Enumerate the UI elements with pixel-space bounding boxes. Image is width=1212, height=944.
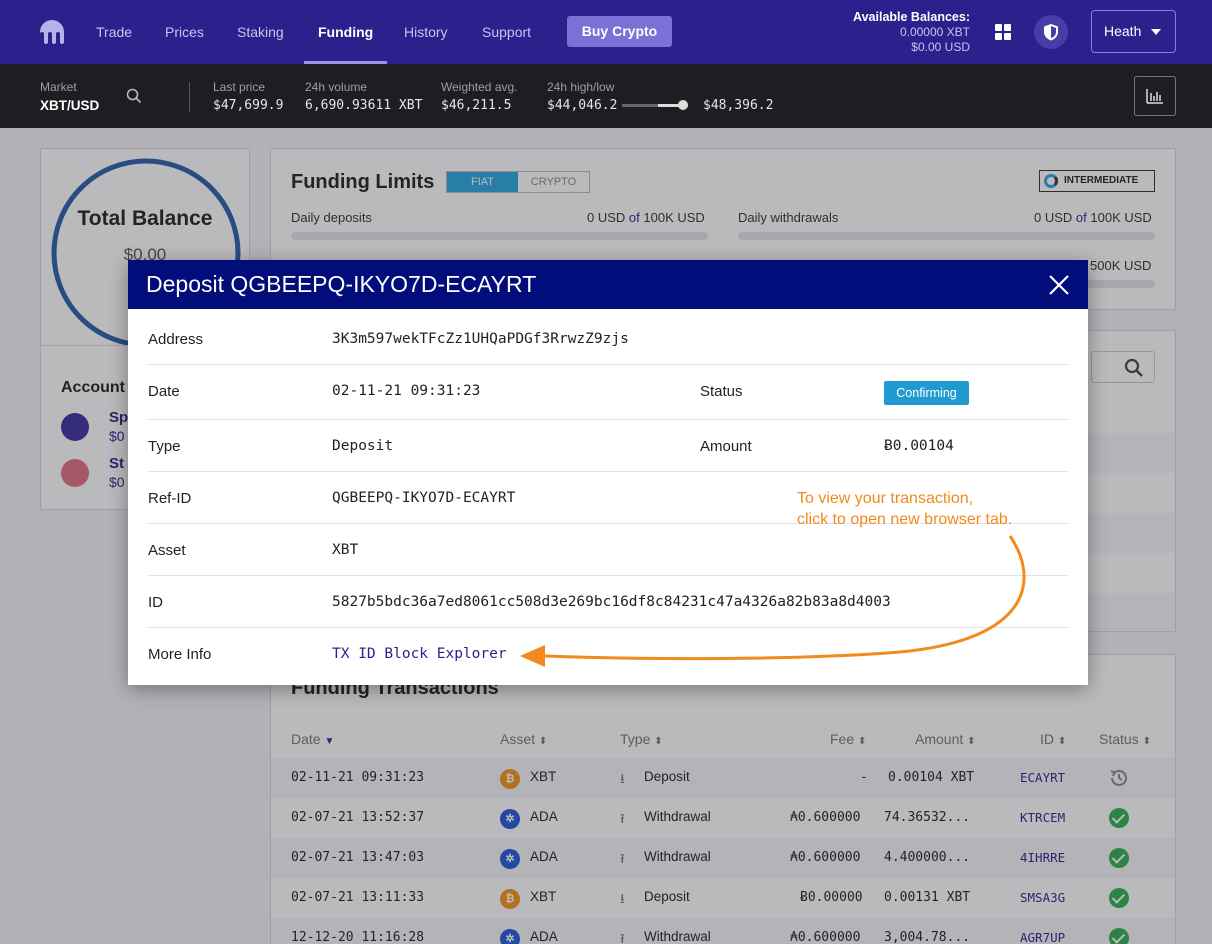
annotation-arrow [520,535,1026,667]
